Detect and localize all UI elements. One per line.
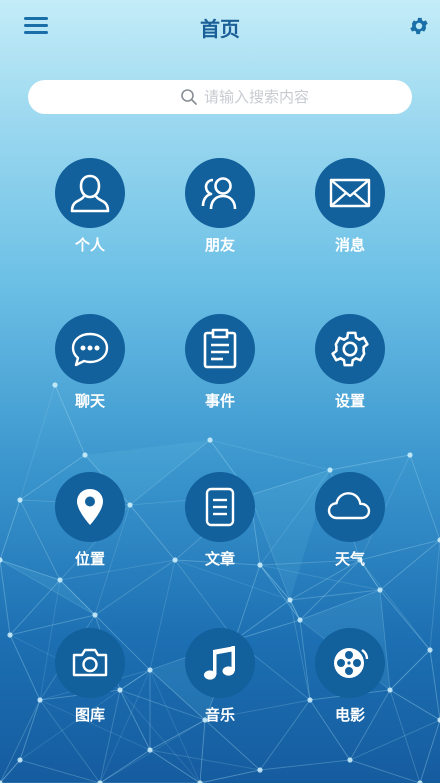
- network-line: [429, 649, 440, 721]
- network-line: [9, 634, 41, 701]
- tile-label: 个人: [74, 236, 105, 254]
- gear-icon: [331, 331, 369, 367]
- search-bar[interactable]: [28, 80, 412, 114]
- tile-label: 电影: [334, 706, 365, 724]
- tile-label: 文章: [204, 550, 235, 568]
- tile-label: 聊天: [74, 392, 105, 410]
- network-line: [0, 699, 41, 783]
- tile-label: 位置: [74, 550, 105, 568]
- search-icon: [181, 89, 197, 105]
- film-reel-icon: [334, 648, 369, 678]
- network-node: [347, 757, 353, 763]
- network-line: [0, 559, 11, 636]
- tile-label: 音乐: [204, 706, 235, 724]
- network-node: [82, 452, 88, 458]
- network-node: [207, 437, 213, 443]
- network-node: [377, 587, 383, 593]
- network-line: [19, 759, 101, 783]
- tile-movie[interactable]: 电影: [300, 628, 400, 738]
- chat-bubble-icon: [71, 332, 109, 367]
- tile-location[interactable]: 位置: [40, 472, 140, 582]
- clipboard-icon: [203, 328, 237, 369]
- tile-label: 天气: [334, 550, 365, 568]
- network-line: [429, 539, 440, 651]
- network-line: [0, 499, 21, 561]
- network-node: [427, 647, 433, 653]
- network-node: [407, 452, 413, 458]
- network-node: [147, 667, 153, 673]
- tile-music[interactable]: 音乐: [170, 628, 270, 738]
- tile-label: 事件: [204, 392, 235, 410]
- tile-label: 消息: [334, 236, 365, 254]
- network-line: [419, 719, 440, 783]
- cloud-icon: [327, 492, 371, 520]
- location-pin-icon: [77, 489, 103, 525]
- friends-icon: [201, 177, 237, 210]
- tile-chat[interactable]: 聊天: [40, 314, 140, 424]
- network-line: [0, 759, 21, 783]
- tile-events[interactable]: 事件: [170, 314, 270, 424]
- tile-weather[interactable]: 天气: [300, 472, 400, 582]
- tile-article[interactable]: 文章: [170, 472, 270, 582]
- tile-label: 设置: [334, 392, 365, 410]
- network-node: [0, 557, 3, 563]
- network-node: [287, 597, 293, 603]
- header-bar: 首页: [0, 0, 440, 52]
- music-note-icon: [204, 646, 235, 680]
- tile-person[interactable]: 个人: [40, 158, 140, 268]
- network-line: [329, 454, 411, 471]
- network-line: [409, 454, 440, 541]
- network-node: [17, 757, 23, 763]
- search-input[interactable]: [204, 84, 394, 110]
- network-node: [257, 767, 263, 773]
- tile-friends[interactable]: 朋友: [170, 158, 270, 268]
- tile-gallery[interactable]: 图库: [40, 628, 140, 738]
- network-node: [147, 747, 153, 753]
- network-line: [259, 759, 351, 771]
- network-line: [149, 749, 261, 771]
- tile-messages[interactable]: 消息: [300, 158, 400, 268]
- settings-button[interactable]: [408, 15, 430, 37]
- envelope-icon: [329, 178, 371, 208]
- tile-label: 朋友: [204, 236, 235, 254]
- network-node: [7, 632, 13, 638]
- network-node: [297, 617, 303, 623]
- tile-label: 图库: [74, 706, 105, 724]
- gear-icon: [410, 17, 428, 35]
- network-node: [17, 497, 23, 503]
- network-line: [289, 599, 301, 621]
- page-title: 首页: [200, 17, 240, 41]
- network-line: [19, 699, 41, 761]
- person-icon: [70, 174, 110, 213]
- document-icon: [205, 487, 235, 527]
- tile-settings[interactable]: 设置: [300, 314, 400, 424]
- network-node: [92, 612, 98, 618]
- camera-icon: [72, 648, 108, 677]
- network-line: [199, 769, 261, 783]
- network-line: [349, 759, 421, 783]
